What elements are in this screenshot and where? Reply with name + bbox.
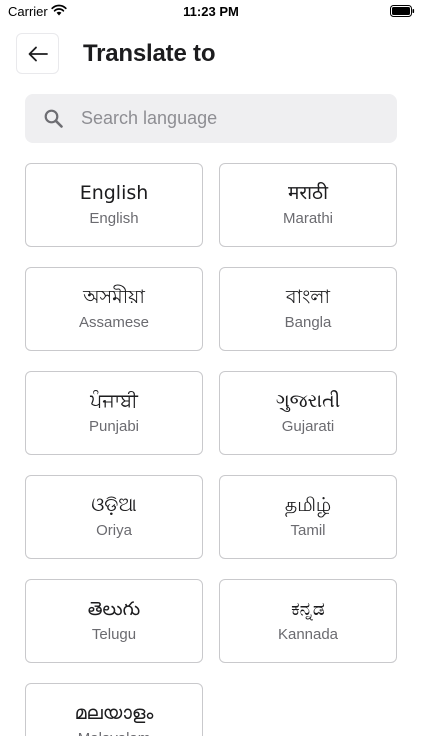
language-native-name: मराठी bbox=[287, 182, 328, 204]
search-input[interactable] bbox=[81, 104, 381, 133]
page-title: Translate to bbox=[83, 40, 216, 67]
language-english-name: Assamese bbox=[78, 314, 150, 331]
language-english-name: Gujarati bbox=[281, 418, 335, 435]
language-native-name: తెలుగు bbox=[87, 598, 141, 620]
language-native-name: ଓଡ଼ିଆ bbox=[91, 494, 137, 516]
language-native-name: ਪੰਜਾਬੀ bbox=[90, 390, 138, 412]
language-option-tamil[interactable]: தமிழ் Tamil bbox=[219, 475, 397, 559]
language-option-gujarati[interactable]: ગુજરાતી Gujarati bbox=[219, 371, 397, 455]
language-native-name: മലയാളം bbox=[74, 702, 154, 724]
status-time: 11:23 PM bbox=[183, 4, 239, 19]
language-native-name: English bbox=[79, 182, 149, 204]
language-option-punjabi[interactable]: ਪੰਜਾਬੀ Punjabi bbox=[25, 371, 203, 455]
language-native-name: ગુજરાતી bbox=[275, 390, 341, 412]
battery-icon bbox=[390, 5, 415, 17]
language-english-name: Malayalam bbox=[78, 728, 151, 736]
language-option-marathi[interactable]: मराठी Marathi bbox=[219, 163, 397, 247]
language-option-malayalam[interactable]: മലയാളം Malayalam bbox=[25, 683, 203, 736]
language-option-kannada[interactable]: ಕನ್ನಡ Kannada bbox=[219, 579, 397, 663]
language-native-name: தமிழ் bbox=[284, 494, 332, 516]
language-option-telugu[interactable]: తెలుగు Telugu bbox=[25, 579, 203, 663]
language-english-name: Marathi bbox=[282, 210, 334, 227]
language-english-name: Tamil bbox=[290, 522, 326, 539]
language-english-name: English bbox=[89, 210, 139, 227]
language-english-name: Bangla bbox=[284, 314, 332, 331]
back-button[interactable] bbox=[16, 33, 59, 74]
language-grid: English English मराठी Marathi অসমীয়া Assames… bbox=[25, 163, 397, 736]
language-native-name: ಕನ್ನಡ bbox=[291, 598, 325, 620]
language-native-name: বাংলা bbox=[286, 286, 330, 308]
language-option-oriya[interactable]: ଓଡ଼ିଆ Oriya bbox=[25, 475, 203, 559]
arrow-left-icon bbox=[28, 46, 48, 61]
language-native-name: অসমীয়া bbox=[83, 286, 145, 308]
search-box[interactable] bbox=[25, 94, 397, 143]
language-english-name: Kannada bbox=[277, 626, 339, 643]
status-bar: Carrier 11:23 PM bbox=[0, 0, 422, 22]
language-option-english[interactable]: English English bbox=[25, 163, 203, 247]
language-option-bangla[interactable]: বাংলা Bangla bbox=[219, 267, 397, 351]
language-option-assamese[interactable]: অসমীয়া Assamese bbox=[25, 267, 203, 351]
language-english-name: Telugu bbox=[91, 626, 137, 643]
language-english-name: Oriya bbox=[96, 522, 132, 539]
search-icon bbox=[44, 109, 63, 128]
language-english-name: Punjabi bbox=[88, 418, 140, 435]
